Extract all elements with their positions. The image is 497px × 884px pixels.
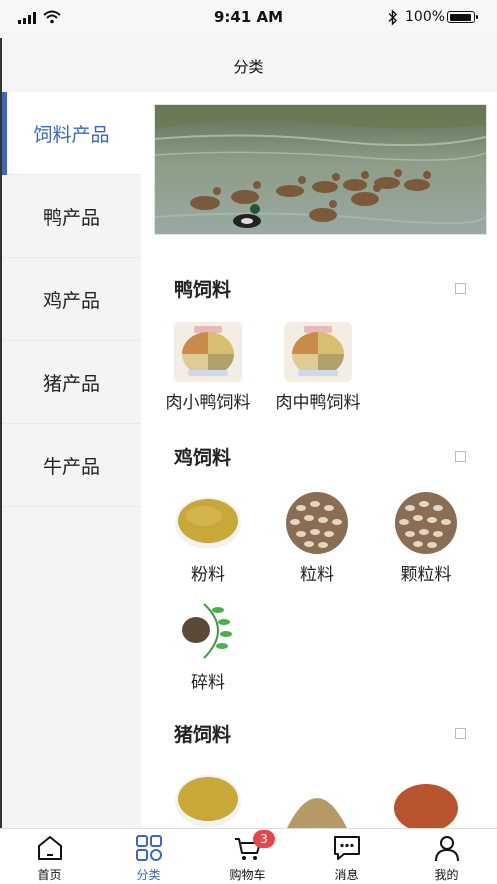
product-item[interactable] [262,770,372,828]
banner-image[interactable] [154,104,487,235]
category-content: 鸭饲料 肉小鸭饲料 肉中鸭饲料 鸡饲料 粉料 粒料 颗粒料 碎料 猪饲料 [141,92,497,828]
section-checkbox[interactable] [455,451,466,462]
sidebar-item-feed[interactable]: 饲料产品 [2,92,141,175]
product-label: 肉小鸭饲料 [165,393,251,413]
tab-home[interactable]: 首页 [0,829,99,884]
tab-category[interactable]: 分类 [99,829,198,884]
product-item[interactable]: 粒料 [262,492,372,585]
category-sidebar: 饲料产品 鸭产品 鸡产品 猪产品 牛产品 [2,92,141,828]
powder-feed-image [175,497,241,549]
section-title: 鸭饲料 [174,279,232,301]
granule-feed-image [395,492,457,554]
product-item[interactable]: 肉小鸭饲料 [153,322,263,413]
pig-feed-powder-image [175,775,241,827]
section-title: 鸡饲料 [174,447,232,469]
tab-label: 我的 [434,868,459,882]
nav-bar: 分类 [0,38,497,92]
home-icon [37,836,62,860]
pig-feed-mix-image [283,770,351,828]
sidebar-item-label: 饲料产品 [33,123,110,146]
product-item[interactable] [371,770,481,828]
feed-pie-image [174,322,242,382]
sidebar-item-duck[interactable]: 鸭产品 [2,175,141,258]
tab-cart[interactable]: 3 购物车 [198,829,297,884]
section-title: 猪饲料 [174,724,232,746]
bluetooth-icon [388,9,397,26]
crumble-feed-image [174,600,242,662]
product-label: 碎料 [191,673,225,693]
category-icon [135,835,162,861]
product-label: 颗粒料 [400,565,452,585]
ducks-pond-image [155,105,486,234]
product-item[interactable]: 粉料 [153,492,263,585]
message-icon [333,836,360,860]
status-bar: 9:41 AM 100% [0,0,497,38]
sidebar-item-label: 猪产品 [42,372,100,395]
sidebar-item-label: 鸡产品 [42,289,100,312]
product-item[interactable]: 肉中鸭饲料 [263,322,373,413]
pig-feed-red-image [392,770,460,828]
product-label: 粒料 [300,565,334,585]
tab-profile[interactable]: 我的 [396,829,497,884]
tab-messages[interactable]: 消息 [297,829,396,884]
page-title: 分类 [233,58,264,76]
sidebar-item-pig[interactable]: 猪产品 [2,341,141,424]
product-label: 肉中鸭饲料 [275,393,361,413]
tab-label: 分类 [136,868,161,882]
tab-bar: 首页 分类 3 购物车 消息 我的 [0,828,497,883]
user-icon [434,836,459,862]
battery-percent: 100% [405,9,446,25]
product-item[interactable]: 碎料 [153,600,263,693]
product-item[interactable] [153,770,263,828]
tab-label: 首页 [37,868,62,882]
product-item[interactable]: 颗粒料 [371,492,481,585]
sidebar-item-label: 鸭产品 [42,206,100,229]
feed-pie-image [284,322,352,382]
product-label: 粉料 [191,565,225,585]
sidebar-item-cattle[interactable]: 牛产品 [2,424,141,507]
battery-icon [447,11,478,23]
pellet-feed-image [286,492,348,554]
tab-label: 购物车 [229,868,266,882]
sidebar-item-label: 牛产品 [42,455,100,478]
cart-count-badge: 3 [253,830,275,848]
section-checkbox[interactable] [455,728,466,739]
section-checkbox[interactable] [455,283,466,294]
tab-label: 消息 [334,868,359,882]
sidebar-item-chicken[interactable]: 鸡产品 [2,258,141,341]
